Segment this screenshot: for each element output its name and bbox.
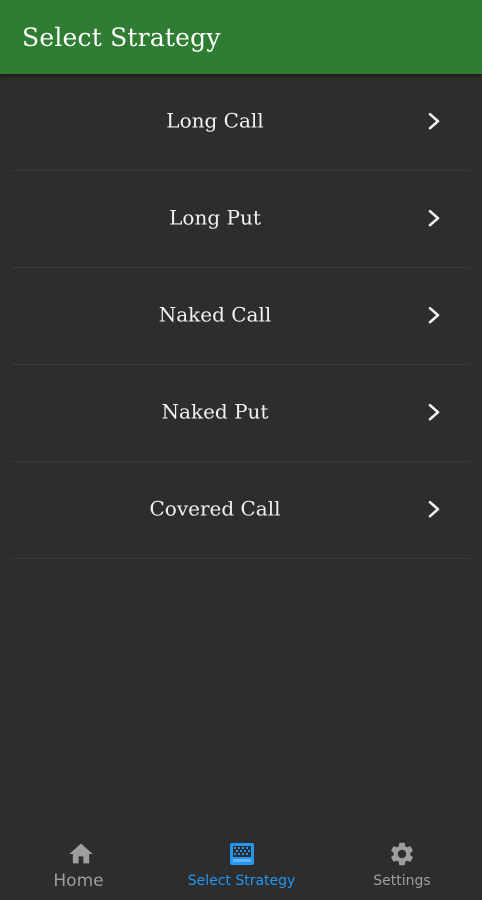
strategy-item-covered-call[interactable]: Covered Call [0,462,482,559]
app-screen: Select Strategy Long Call Long Put Naked… [0,0,482,900]
strategy-item-label: Covered Call [149,496,281,521]
strategy-list: Long Call Long Put Naked Call Naked Put … [0,74,482,559]
nav-item-settings[interactable]: Settings [322,830,482,900]
strategy-item-label: Long Call [166,108,264,133]
gear-icon [391,842,413,866]
nav-label-select-strategy: Select Strategy [187,873,296,889]
page-title: Select Strategy [22,22,221,52]
strategy-item-naked-call[interactable]: Naked Call [0,268,482,365]
chevron-right-icon [428,209,440,226]
strategy-item-label: Long Put [169,205,261,230]
chevron-right-icon [428,403,440,421]
nav-label-home: Home [53,871,104,891]
app-bar: Select Strategy [0,0,482,74]
chevron-right-icon [428,500,440,518]
strategy-item-label: Naked Put [161,399,269,424]
strategy-item-label: Naked Call [158,302,272,327]
nav-item-home[interactable]: Home [0,830,161,900]
bottom-navigation: Home Select Strategy Settings [0,830,482,900]
strategy-icon [229,843,254,865]
nav-label-settings: Settings [373,873,431,889]
strategy-item-naked-put[interactable]: Naked Put [0,365,482,462]
strategy-item-long-put[interactable]: Long Put [0,171,482,268]
home-icon [68,843,93,864]
nav-item-select-strategy[interactable]: Select Strategy [161,830,322,900]
strategy-item-long-call[interactable]: Long Call [0,74,482,171]
chevron-right-icon [428,112,440,129]
chevron-right-icon [428,306,440,324]
